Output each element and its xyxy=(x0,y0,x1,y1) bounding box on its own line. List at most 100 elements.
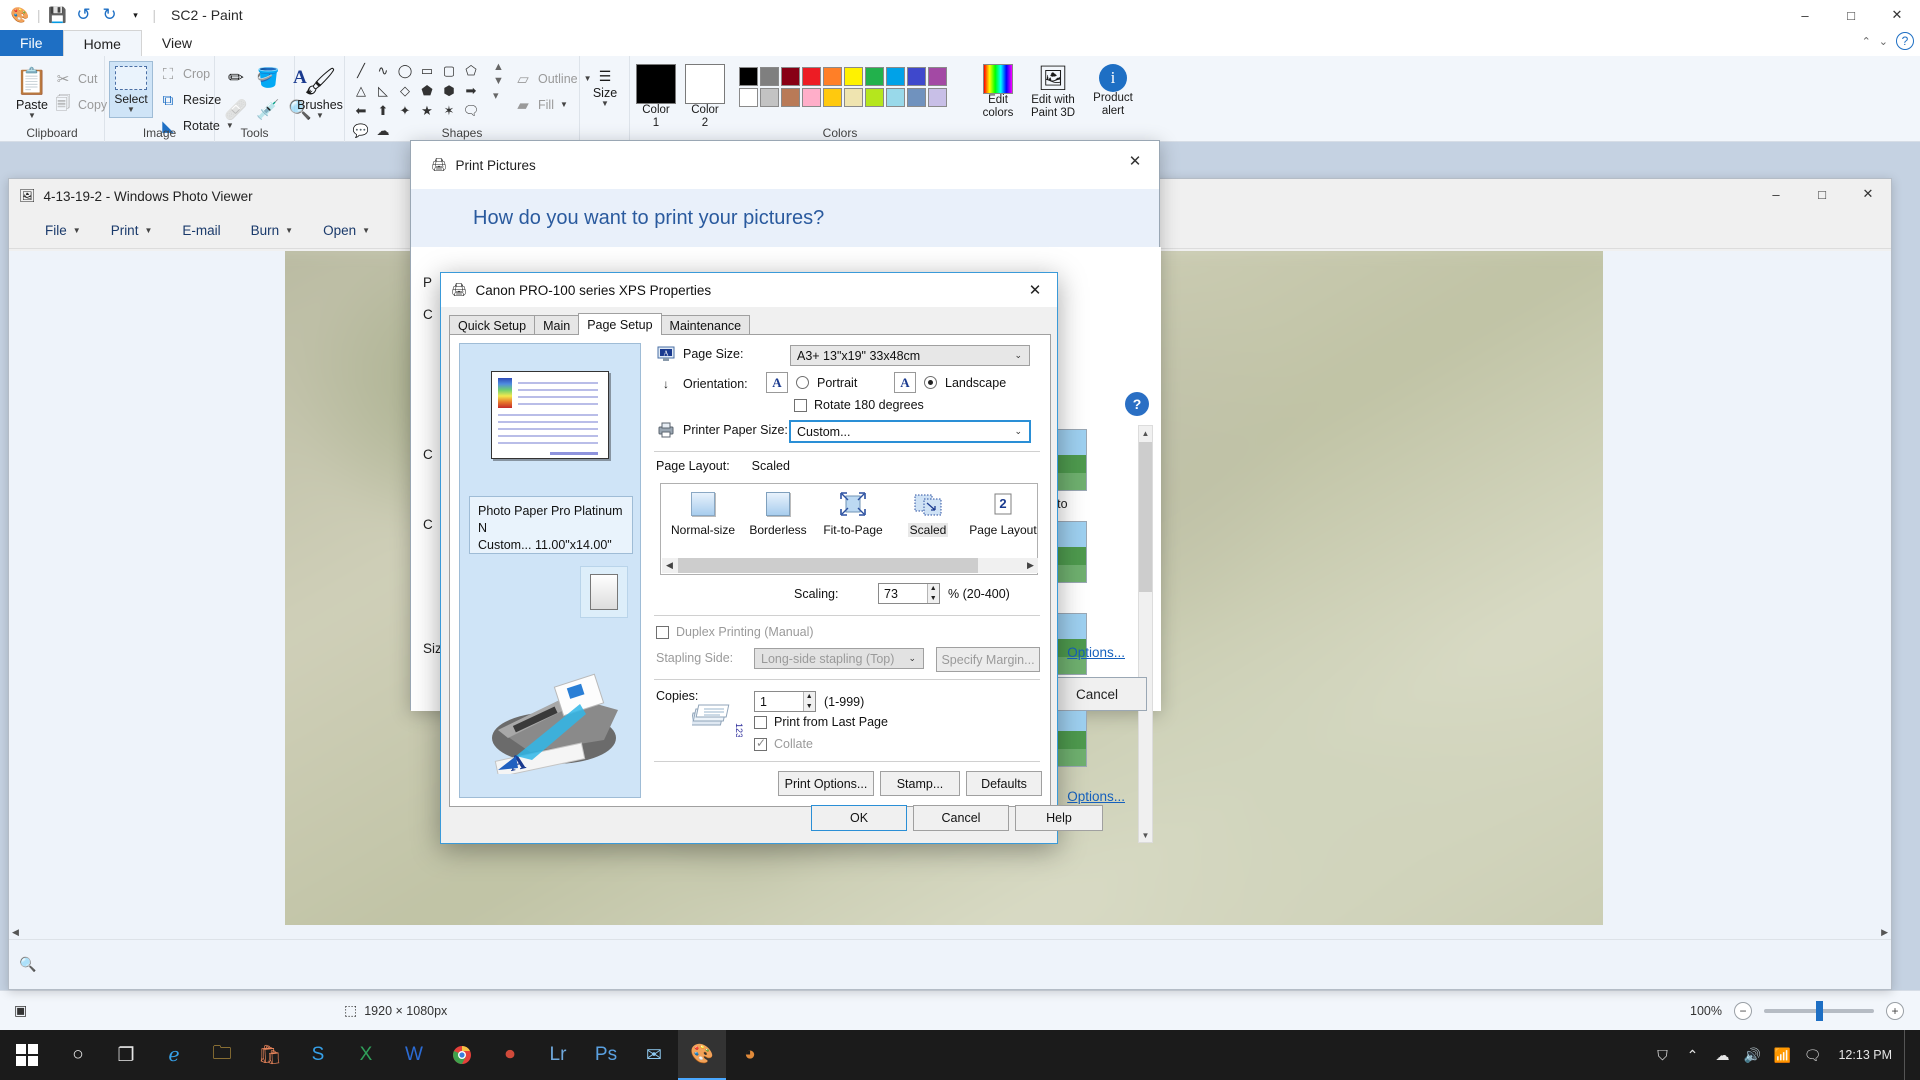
ellipse-shape-icon[interactable]: ◯ xyxy=(394,61,416,81)
scroll-left-icon[interactable]: ◀ xyxy=(662,558,677,573)
tab-view[interactable]: View xyxy=(142,30,212,56)
store-icon[interactable]: 🛍 xyxy=(246,1030,294,1080)
network-icon[interactable]: 📶 xyxy=(1768,1030,1796,1080)
palette-swatch[interactable] xyxy=(865,88,884,107)
mail-icon[interactable]: ✉ xyxy=(630,1030,678,1080)
undo-icon[interactable]: ↺ xyxy=(72,4,96,26)
print-last-page-checkbox[interactable] xyxy=(754,715,767,729)
pv-menu-burn[interactable]: Burn ▼ xyxy=(237,218,307,244)
scrollbar-thumb[interactable] xyxy=(1139,442,1152,592)
pencil-icon[interactable]: ✏ xyxy=(220,64,252,92)
tab-main[interactable]: Main xyxy=(534,315,580,335)
shapes-scroll-up-icon[interactable]: ▲ xyxy=(493,61,504,73)
photoshop-icon[interactable]: Ps xyxy=(582,1030,630,1080)
hexagon-shape-icon[interactable]: ⬢ xyxy=(438,81,460,101)
clock[interactable]: 12:13 PM xyxy=(1828,1030,1902,1080)
chevron-down-icon[interactable]: ⌄ xyxy=(1014,350,1027,361)
palette-swatch[interactable] xyxy=(760,67,779,86)
rectangle-shape-icon[interactable]: ▭ xyxy=(416,61,438,81)
palette-swatch[interactable] xyxy=(865,67,884,86)
scaling-input[interactable] xyxy=(879,584,927,603)
scroll-up-icon[interactable]: ▲ xyxy=(1139,426,1152,440)
chevron-down-icon[interactable]: ⌄ xyxy=(908,653,921,664)
task-view-icon[interactable]: ❐ xyxy=(102,1030,150,1080)
palette-swatch[interactable] xyxy=(886,88,905,107)
layout-option-page-layout[interactable]: 2 Page Layout xyxy=(967,490,1039,537)
print-options-button[interactable]: Print Options... xyxy=(778,771,874,796)
palette-swatch[interactable] xyxy=(928,67,947,86)
pv-menu-print[interactable]: Print ▼ xyxy=(97,218,167,244)
options-link-2[interactable]: Options... xyxy=(1067,789,1125,804)
palette-swatch[interactable] xyxy=(886,67,905,86)
color-1-button[interactable]: Color 1 xyxy=(636,64,676,129)
duplex-option[interactable]: Duplex Printing (Manual) xyxy=(656,625,814,639)
ok-button[interactable]: OK xyxy=(811,805,907,831)
chrome-icon[interactable] xyxy=(438,1030,486,1080)
cancel-button[interactable]: Cancel xyxy=(913,805,1009,831)
edit-with-paint3d-button[interactable]: 🖼 Edit with Paint 3D xyxy=(1025,64,1081,119)
edit-colors-button[interactable]: Edit colors xyxy=(975,64,1021,119)
four-point-star-icon[interactable]: ✦ xyxy=(394,101,416,121)
arrow-up-icon[interactable]: ⬆ xyxy=(372,101,394,121)
chevron-down-icon[interactable]: ▼ xyxy=(73,226,81,235)
zoom-out-button[interactable]: − xyxy=(1734,1001,1752,1020)
tab-page-setup[interactable]: Page Setup xyxy=(578,313,662,335)
lightroom-icon[interactable]: Lr xyxy=(534,1030,582,1080)
portrait-radio[interactable] xyxy=(796,376,809,389)
palette-swatch[interactable] xyxy=(823,88,842,107)
right-triangle-icon[interactable]: ◺ xyxy=(372,81,394,101)
layout-option-fit-to-page[interactable]: Fit-to-Page xyxy=(817,490,889,537)
pv-maximize-button[interactable]: □ xyxy=(1799,179,1845,209)
select-button[interactable]: Select ▼ xyxy=(109,61,153,118)
layout-option-borderless[interactable]: Borderless xyxy=(742,490,814,537)
chevron-down-icon[interactable]: ▼ xyxy=(144,226,152,235)
copies-input[interactable] xyxy=(755,692,803,711)
palette-swatch[interactable] xyxy=(802,67,821,86)
arrow-right-icon[interactable]: ➡ xyxy=(460,81,482,101)
rotate-180-option[interactable]: Rotate 180 degrees xyxy=(794,398,924,412)
page-layout-scroll-thumb[interactable] xyxy=(678,558,978,573)
specify-margin-button[interactable]: Specify Margin... xyxy=(936,647,1040,672)
polygon-shape-icon[interactable]: ⬠ xyxy=(460,61,482,81)
rounded-rect-icon[interactable]: ▢ xyxy=(438,61,460,81)
defaults-button[interactable]: Defaults xyxy=(966,771,1042,796)
copies-stepper[interactable]: ▲ ▼ xyxy=(802,692,815,711)
brushes-caret-icon[interactable]: ▼ xyxy=(316,112,324,120)
palette-swatch[interactable] xyxy=(781,88,800,107)
scroll-left-icon[interactable]: ◀ xyxy=(12,927,19,938)
chevron-down-icon[interactable]: ⌄ xyxy=(1014,426,1027,437)
excel-icon[interactable]: X xyxy=(342,1030,390,1080)
paste-caret-icon[interactable]: ▼ xyxy=(28,112,36,120)
show-hidden-icons-icon[interactable]: ⌃ xyxy=(1678,1030,1706,1080)
landscape-radio[interactable] xyxy=(924,376,937,389)
scroll-right-icon[interactable]: ▶ xyxy=(1881,927,1888,938)
help-icon[interactable]: ? xyxy=(1896,32,1914,50)
zoom-in-button[interactable]: + xyxy=(1886,1001,1904,1020)
palette-swatch[interactable] xyxy=(907,67,926,86)
print-pictures-close-button[interactable]: ✕ xyxy=(1117,147,1153,175)
zoom-control-icon[interactable]: 🔍 xyxy=(19,956,36,973)
stepper-down-icon[interactable]: ▼ xyxy=(927,593,939,603)
chevron-down-icon[interactable]: ▼ xyxy=(362,226,370,235)
stapling-combo[interactable]: Long-side stapling (Top) ⌄ xyxy=(754,648,924,669)
scroll-right-icon[interactable]: ▶ xyxy=(1023,558,1038,573)
duplex-checkbox[interactable] xyxy=(656,625,669,639)
layout-option-normal-size[interactable]: Normal-size xyxy=(667,490,739,537)
options-link-1[interactable]: Options... xyxy=(1067,645,1125,660)
shapes-expand-icon[interactable]: ▾ xyxy=(493,89,504,102)
portrait-option[interactable]: A Portrait xyxy=(766,372,857,393)
properties-close-button[interactable]: ✕ xyxy=(1015,275,1055,305)
action-center-icon[interactable]: 🗨 xyxy=(1798,1030,1826,1080)
page-layout-options-strip[interactable]: Normal-size Borderless Fit-to-Page Scale… xyxy=(660,483,1038,575)
callout-rounded-icon[interactable]: 🗨 xyxy=(460,101,482,121)
start-button[interactable] xyxy=(0,1030,54,1080)
print-pictures-help-button[interactable]: ? xyxy=(1125,392,1149,416)
print-pictures-scrollbar[interactable]: ▲ ▼ xyxy=(1138,425,1153,843)
maximize-button[interactable]: □ xyxy=(1828,0,1874,30)
show-desktop-button[interactable] xyxy=(1904,1030,1912,1080)
close-button[interactable]: ✕ xyxy=(1874,0,1920,30)
pv-menu-open[interactable]: Open ▼ xyxy=(309,218,384,244)
tab-home[interactable]: Home xyxy=(62,30,142,56)
scaling-stepper[interactable]: ▲ ▼ xyxy=(926,584,939,603)
cancel-button[interactable]: Cancel xyxy=(1047,677,1147,711)
